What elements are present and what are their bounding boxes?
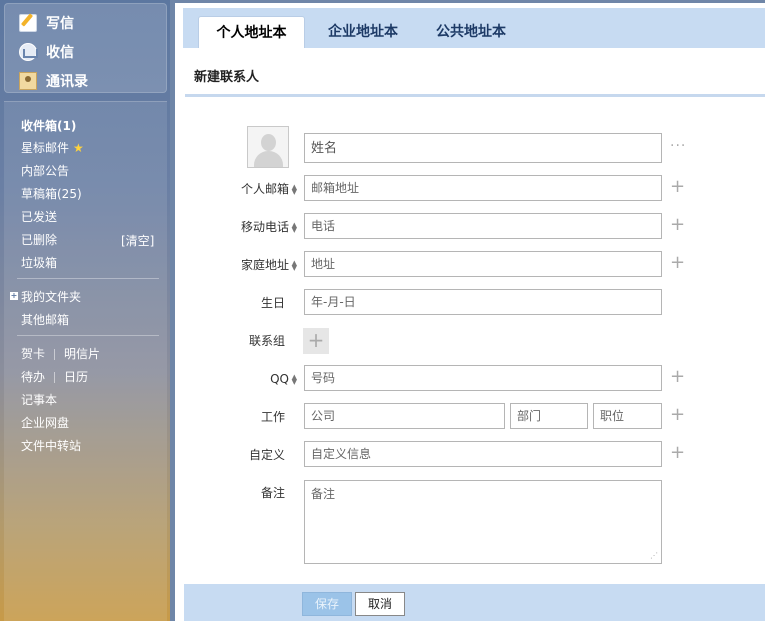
add-work-icon[interactable]: + (670, 406, 685, 424)
qq-input[interactable] (304, 365, 662, 391)
sort-arrows-icon[interactable]: ▲ ▼ (291, 221, 297, 233)
quick-actions: 写信 收信 通讯录 (4, 3, 167, 93)
compose-icon (19, 14, 37, 32)
add-address-icon[interactable]: + (670, 254, 685, 272)
sidebar-item-my-folders[interactable]: 我的文件夹 (21, 289, 81, 305)
add-mobile-icon[interactable]: + (670, 216, 685, 234)
tab-public-address-book[interactable]: 公共地址本 (421, 16, 521, 48)
name-input[interactable] (304, 133, 662, 163)
save-button[interactable]: 保存 (302, 592, 352, 616)
todo-link[interactable]: 待办 (21, 370, 45, 384)
home-address-label: 家庭地址 ▲ ▼ (187, 252, 297, 278)
home-address-input[interactable] (304, 251, 662, 277)
divider (17, 335, 159, 336)
main-content: 个人地址本 企业地址本 公共地址本 新建联系人 ··· 个人邮箱▲▼ + 移动电… (175, 3, 765, 621)
avatar[interactable] (247, 126, 289, 168)
sort-arrows-icon[interactable]: ▲ ▼ (291, 259, 297, 271)
divider (185, 94, 765, 97)
divider (17, 278, 159, 279)
sidebar: 写信 收信 通讯录 收件箱(1) 星标邮件 ★ 内部公告 草稿箱(25) 已发送 … (0, 0, 170, 621)
sidebar-item-announcement[interactable]: 内部公告 (21, 163, 69, 179)
divider (54, 349, 56, 360)
avatar-head-shape (261, 134, 276, 151)
group-label: 联系组 (248, 334, 285, 348)
sidebar-item-sent[interactable]: 已发送 (21, 209, 57, 225)
cloud-disk-link[interactable]: 企业网盘 (21, 415, 69, 431)
file-transfer-link[interactable]: 文件中转站 (21, 438, 81, 454)
tab-personal-address-book[interactable]: 个人地址本 (198, 16, 305, 48)
compose-button[interactable]: 写信 (19, 12, 74, 34)
add-email-icon[interactable]: + (670, 178, 685, 196)
company-input[interactable] (304, 403, 505, 429)
notepad-link[interactable]: 记事本 (21, 392, 57, 408)
sidebar-item-starred[interactable]: 星标邮件 ★ (21, 140, 84, 156)
sidebar-item-spam[interactable]: 垃圾箱 (21, 255, 57, 271)
birthday-input[interactable] (304, 289, 662, 315)
postcard-link[interactable]: 明信片 (64, 347, 100, 361)
divider (54, 372, 56, 383)
contacts-label: 通讯录 (46, 74, 88, 90)
add-group-button[interactable]: + (303, 328, 329, 354)
tool-row-todo: 待办 日历 (21, 369, 88, 385)
add-custom-icon[interactable]: + (670, 444, 685, 462)
expand-icon[interactable]: + (10, 292, 18, 300)
receive-label: 收信 (46, 45, 74, 61)
qq-label: QQ ▲ ▼ (187, 366, 297, 392)
compose-label: 写信 (46, 16, 74, 32)
add-qq-icon[interactable]: + (670, 368, 685, 386)
tab-enterprise-address-book[interactable]: 企业地址本 (313, 16, 413, 48)
sidebar-item-other-mailbox[interactable]: 其他邮箱 (21, 312, 69, 328)
department-input[interactable] (510, 403, 588, 429)
avatar-body-shape (254, 151, 283, 167)
starred-label: 星标邮件 (21, 141, 70, 155)
tab-bar: 个人地址本 企业地址本 公共地址本 (183, 8, 765, 48)
contacts-button[interactable]: 通讯录 (19, 70, 88, 92)
resize-grip-icon[interactable]: ⋰ (650, 552, 658, 560)
sort-arrows-icon[interactable]: ▲ ▼ (291, 183, 297, 195)
email-input[interactable] (304, 175, 662, 201)
more-options-icon[interactable]: ··· (670, 138, 686, 154)
tool-row-cards: 贺卡 明信片 (21, 346, 100, 362)
home-address-label-text: 家庭地址 (240, 258, 289, 272)
calendar-link[interactable]: 日历 (64, 370, 88, 384)
sidebar-item-inbox[interactable]: 收件箱(1) (21, 118, 76, 134)
mobile-label: 移动电话 ▲ ▼ (187, 214, 297, 240)
mobile-label-text: 移动电话 (240, 220, 289, 234)
email-label: 个人邮箱 ▲ ▼ (187, 176, 297, 202)
sidebar-item-deleted[interactable]: 已删除 (21, 232, 57, 248)
form-footer: 保存 取消 (184, 584, 765, 621)
custom-label: 自定义 (248, 448, 285, 462)
receive-icon (19, 43, 38, 61)
birthday-label: 生日 (260, 296, 285, 310)
page-title: 新建联系人 (194, 70, 260, 85)
clear-trash-link[interactable]: [清空] (121, 232, 154, 249)
qq-label-text: QQ (270, 372, 289, 386)
star-icon: ★ (73, 141, 84, 155)
sort-arrows-icon[interactable]: ▲ ▼ (291, 373, 297, 385)
mobile-input[interactable] (304, 213, 662, 239)
notes-label: 备注 (260, 486, 285, 500)
address-book-icon (19, 72, 37, 90)
greeting-card-link[interactable]: 贺卡 (21, 347, 45, 361)
email-label-text: 个人邮箱 (240, 182, 289, 196)
work-label: 工作 (260, 410, 285, 424)
notes-textarea[interactable] (304, 480, 662, 564)
receive-button[interactable]: 收信 (19, 41, 74, 63)
folder-panel: 收件箱(1) 星标邮件 ★ 内部公告 草稿箱(25) 已发送 已删除 [清空] 垃… (4, 101, 167, 621)
cancel-button[interactable]: 取消 (355, 592, 405, 616)
custom-input[interactable] (304, 441, 662, 467)
position-input[interactable] (593, 403, 662, 429)
sidebar-item-drafts[interactable]: 草稿箱(25) (21, 186, 82, 202)
